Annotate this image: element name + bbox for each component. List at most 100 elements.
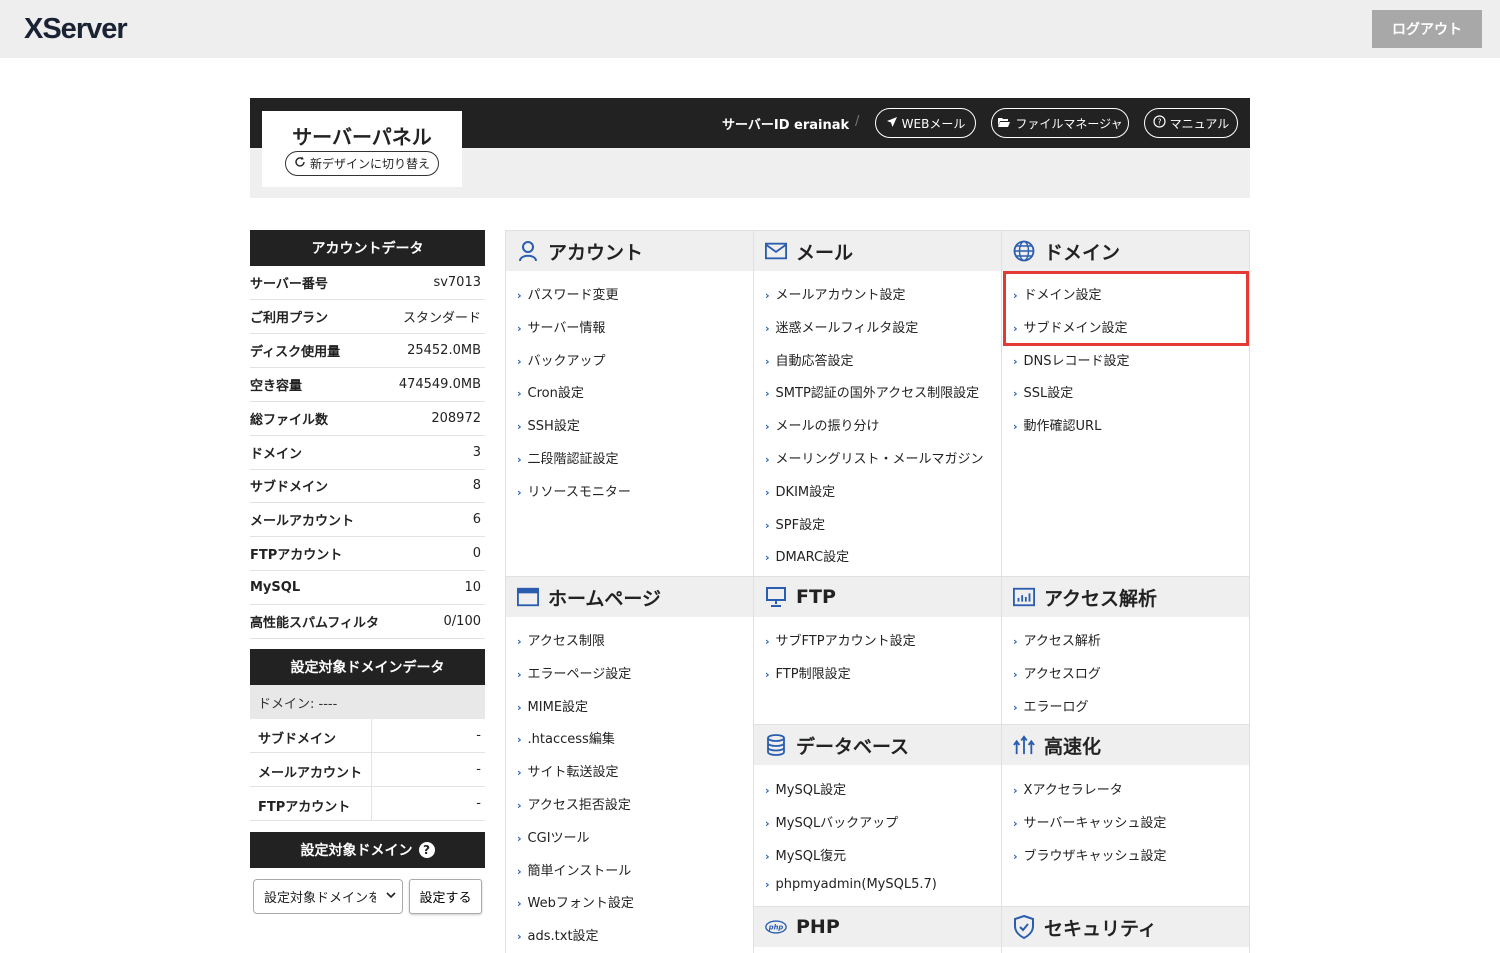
domain-data-heading: 設定対象ドメインデータ	[250, 649, 485, 685]
refresh-icon	[294, 156, 306, 172]
chevron-right-icon: ›	[1013, 849, 1018, 863]
menu-link[interactable]: › FTP制限設定	[765, 663, 851, 682]
panel-header: サーバーID erainak / WEBメール ファイルマネージャ ? マニュア…	[250, 98, 1250, 198]
envelope-icon	[765, 240, 787, 262]
menu-link[interactable]: › MySQLバックアップ	[765, 812, 898, 831]
domain-data-value: -	[476, 762, 481, 777]
menu-link[interactable]: › Xアクセラレータ	[1013, 779, 1123, 798]
menu-link[interactable]: › DNSレコード設定	[1013, 350, 1130, 369]
target-domain-select[interactable]: 設定対象ドメインを選択	[253, 879, 403, 914]
target-domain-select-value: 設定対象ドメインを選択	[264, 891, 376, 906]
menu-link[interactable]: › SPF設定	[765, 514, 825, 533]
menu-link-label: サーバーキャッシュ設定	[1023, 815, 1167, 831]
account-data-value: 8	[472, 478, 481, 494]
menu-link[interactable]: › ブラウザキャッシュ設定	[1013, 845, 1167, 864]
chevron-right-icon: ›	[517, 897, 522, 911]
target-domain-title: 設定対象ドメイン	[300, 843, 413, 859]
database-icon	[765, 734, 787, 756]
menu-link[interactable]: › サイト転送設定	[517, 761, 619, 780]
menu-link-label: SMTP認証の国外アクセス制限設定	[775, 386, 980, 402]
menu-link[interactable]: › 簡単インストール	[517, 860, 631, 879]
account-data-value: 208972	[431, 410, 481, 426]
domain-data-value: -	[476, 796, 481, 811]
menu-link[interactable]: › Cron設定	[517, 382, 584, 401]
xserver-logo[interactable]: XServer	[24, 13, 128, 46]
section-title: ドメイン	[1044, 241, 1121, 264]
menu-link-label: 迷惑メールフィルタ設定	[775, 320, 919, 336]
menu-link-label: DNSレコード設定	[1023, 353, 1130, 369]
menu-link[interactable]: › サーバー情報	[517, 317, 605, 336]
menu-link[interactable]: › エラーログ	[1013, 696, 1089, 715]
account-data-row: サブドメイン 8	[250, 469, 485, 504]
menu-link[interactable]: › 二段階認証設定	[517, 448, 619, 467]
menu-link[interactable]: › 自動応答設定	[765, 350, 854, 369]
menu-link-label: 動作確認URL	[1023, 419, 1102, 435]
chevron-right-icon: ›	[517, 354, 522, 368]
menu-link-label: アクセス拒否設定	[527, 798, 631, 813]
menu-link-label: 簡単インストール	[527, 863, 632, 879]
menu-link[interactable]: › メールアカウント設定	[765, 284, 906, 303]
globe-icon	[1013, 240, 1035, 262]
switch-design-label: 新デザインに切り替え	[309, 157, 430, 171]
chevron-right-icon: ›	[765, 635, 770, 648]
menu-link[interactable]: › 動作確認URL	[1013, 415, 1101, 434]
php-icon: php	[765, 916, 787, 938]
cell-divider	[371, 719, 372, 753]
menu-link[interactable]: › サーバーキャッシュ設定	[1013, 812, 1166, 831]
menu-link[interactable]: › 迷惑メールフィルタ設定	[765, 317, 918, 336]
menu-link[interactable]: › バックアップ	[517, 350, 606, 369]
account-data-value: 6	[472, 512, 481, 528]
menu-link[interactable]: › エラーページ設定	[517, 663, 631, 682]
menu-link[interactable]: › SSH設定	[517, 415, 580, 434]
menu-link[interactable]: › Webフォント設定	[517, 892, 634, 911]
menu-link[interactable]: › MySQL設定	[765, 779, 846, 798]
menu-link[interactable]: › ads.txt設定	[517, 925, 599, 944]
menu-link[interactable]: › アクセスログ	[1013, 663, 1101, 682]
help-icon[interactable]: ?	[418, 842, 435, 858]
chevron-right-icon: ›	[765, 420, 770, 434]
webmail-button[interactable]: WEBメール	[875, 108, 976, 138]
account-data-key: ディスク使用量	[250, 344, 341, 360]
apply-domain-button[interactable]: 設定する	[409, 879, 482, 914]
menu-link-label: .htaccess編集	[527, 732, 615, 748]
section-title: 高速化	[1044, 735, 1102, 758]
chevron-right-icon: ›	[1013, 387, 1018, 401]
menu-link[interactable]: › アクセス制限	[517, 630, 605, 649]
menu-link[interactable]: › アクセス解析	[1013, 630, 1101, 649]
menu-link[interactable]: › SMTP認証の国外アクセス制限設定	[765, 382, 979, 401]
chevron-right-icon: ›	[517, 453, 522, 466]
menu-link-label: DMARC設定	[775, 550, 850, 566]
menu-link[interactable]: › DKIM設定	[765, 481, 835, 500]
svg-text:php: php	[768, 924, 784, 932]
shield-icon	[1013, 915, 1035, 939]
menu-link[interactable]: › SSL設定	[1013, 382, 1073, 401]
account-data-key: 空き容量	[250, 378, 303, 394]
section-title: アカウント	[548, 241, 644, 264]
chevron-right-icon: ›	[765, 354, 770, 368]
menu-link-label: Webフォント設定	[527, 896, 634, 912]
chevron-right-icon: ›	[765, 453, 770, 466]
menu-link[interactable]: › DMARC設定	[765, 546, 849, 565]
menu-link[interactable]: › メールの振り分け	[765, 415, 880, 434]
menu-link-label: サブFTPアカウント設定	[775, 634, 916, 649]
chevron-right-icon: ›	[517, 321, 522, 335]
menu-link[interactable]: › サブFTPアカウント設定	[765, 630, 916, 649]
menu-link[interactable]: › アクセス拒否設定	[517, 794, 631, 813]
menu-link[interactable]: › MIME設定	[517, 696, 588, 715]
webmail-label: WEBメール	[901, 116, 966, 131]
chevron-right-icon: ›	[1013, 667, 1018, 681]
chevron-right-icon: ›	[765, 551, 770, 565]
chevron-right-icon: ›	[517, 799, 522, 812]
manual-button[interactable]: ? マニュアル	[1144, 108, 1238, 138]
menu-link[interactable]: › MySQL復元	[765, 845, 846, 864]
menu-link[interactable]: › phpmyadmin(MySQL5.7)	[765, 877, 937, 892]
account-data-value: 0	[472, 546, 481, 562]
menu-link[interactable]: › CGIツール	[517, 827, 590, 846]
menu-link[interactable]: › メーリングリスト・メールマガジン	[765, 448, 984, 467]
file-manager-button[interactable]: ファイルマネージャ	[991, 108, 1129, 138]
logout-button[interactable]: ログアウト	[1372, 10, 1482, 48]
menu-link[interactable]: › パスワード変更	[517, 284, 619, 303]
menu-link[interactable]: › リソースモニター	[517, 481, 631, 500]
switch-design-button[interactable]: 新デザインに切り替え	[285, 151, 439, 176]
menu-link[interactable]: › .htaccess編集	[517, 728, 615, 747]
